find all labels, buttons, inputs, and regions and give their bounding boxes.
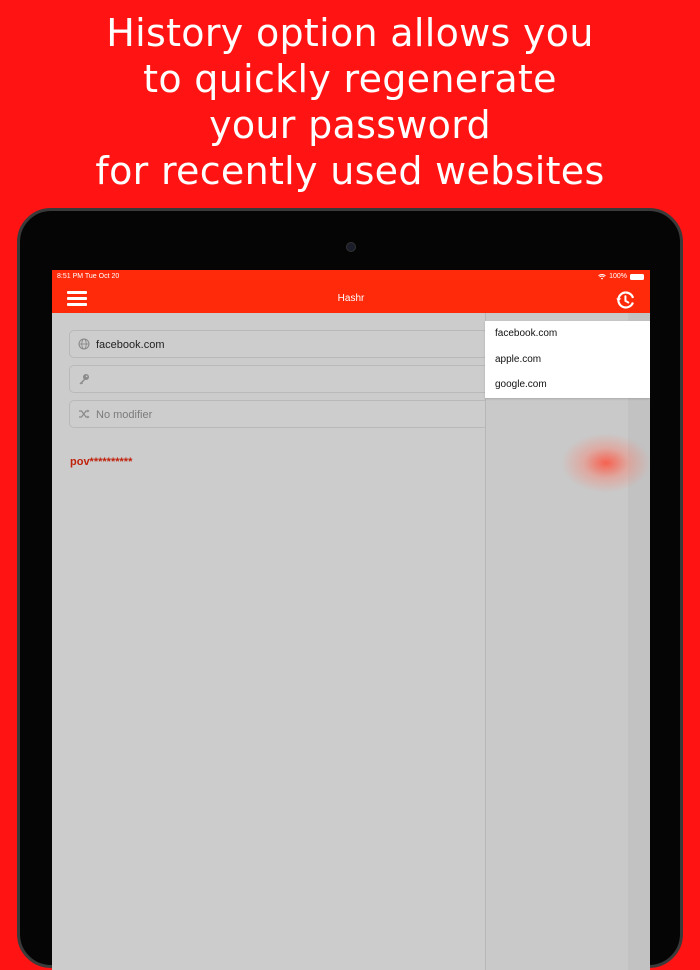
main-content: facebook.com No modifier pov********** (52, 313, 499, 970)
modifier-field[interactable]: No modifier (69, 400, 499, 428)
history-icon[interactable] (615, 290, 635, 310)
history-dropdown: facebook.com apple.com google.com (485, 321, 650, 398)
nav-bar: Hashr (52, 285, 650, 313)
app-title: Hashr (337, 293, 365, 304)
headline-line-4: for recently used websites (95, 149, 605, 193)
status-bar: 8:51 PM Tue Oct 20 100% (52, 270, 650, 285)
status-right: 100% (598, 273, 644, 280)
battery-icon (630, 273, 644, 280)
camera-icon (346, 242, 356, 252)
copy-button-glow (561, 433, 650, 493)
headline-line-3: your password (209, 103, 491, 147)
battery-percent: 100% (609, 273, 627, 280)
headline-line-2: to quickly regenerate (143, 57, 557, 101)
website-value: facebook.com (96, 339, 165, 351)
promo-headline: History option allows you to quickly reg… (0, 10, 700, 194)
panel-stripe (628, 313, 650, 970)
tablet-frame: 8:51 PM Tue Oct 20 100% Hashr facebook.c… (17, 208, 683, 970)
history-item-facebook[interactable]: facebook.com (485, 321, 650, 347)
history-item-apple[interactable]: apple.com (485, 347, 650, 373)
app-screen: 8:51 PM Tue Oct 20 100% Hashr facebook.c… (52, 270, 650, 970)
headline-line-1: History option allows you (106, 11, 594, 55)
key-icon (79, 374, 89, 385)
wifi-icon (598, 273, 606, 280)
shuffle-icon (79, 409, 90, 419)
globe-icon (78, 338, 90, 350)
status-time: 8:51 PM Tue Oct 20 (57, 273, 120, 280)
hashed-password[interactable]: pov********** (70, 456, 132, 468)
website-field[interactable]: facebook.com (69, 330, 499, 358)
history-item-google[interactable]: google.com (485, 372, 650, 398)
modifier-placeholder: No modifier (96, 409, 153, 421)
history-side-panel (485, 313, 650, 970)
password-field[interactable] (69, 365, 499, 393)
